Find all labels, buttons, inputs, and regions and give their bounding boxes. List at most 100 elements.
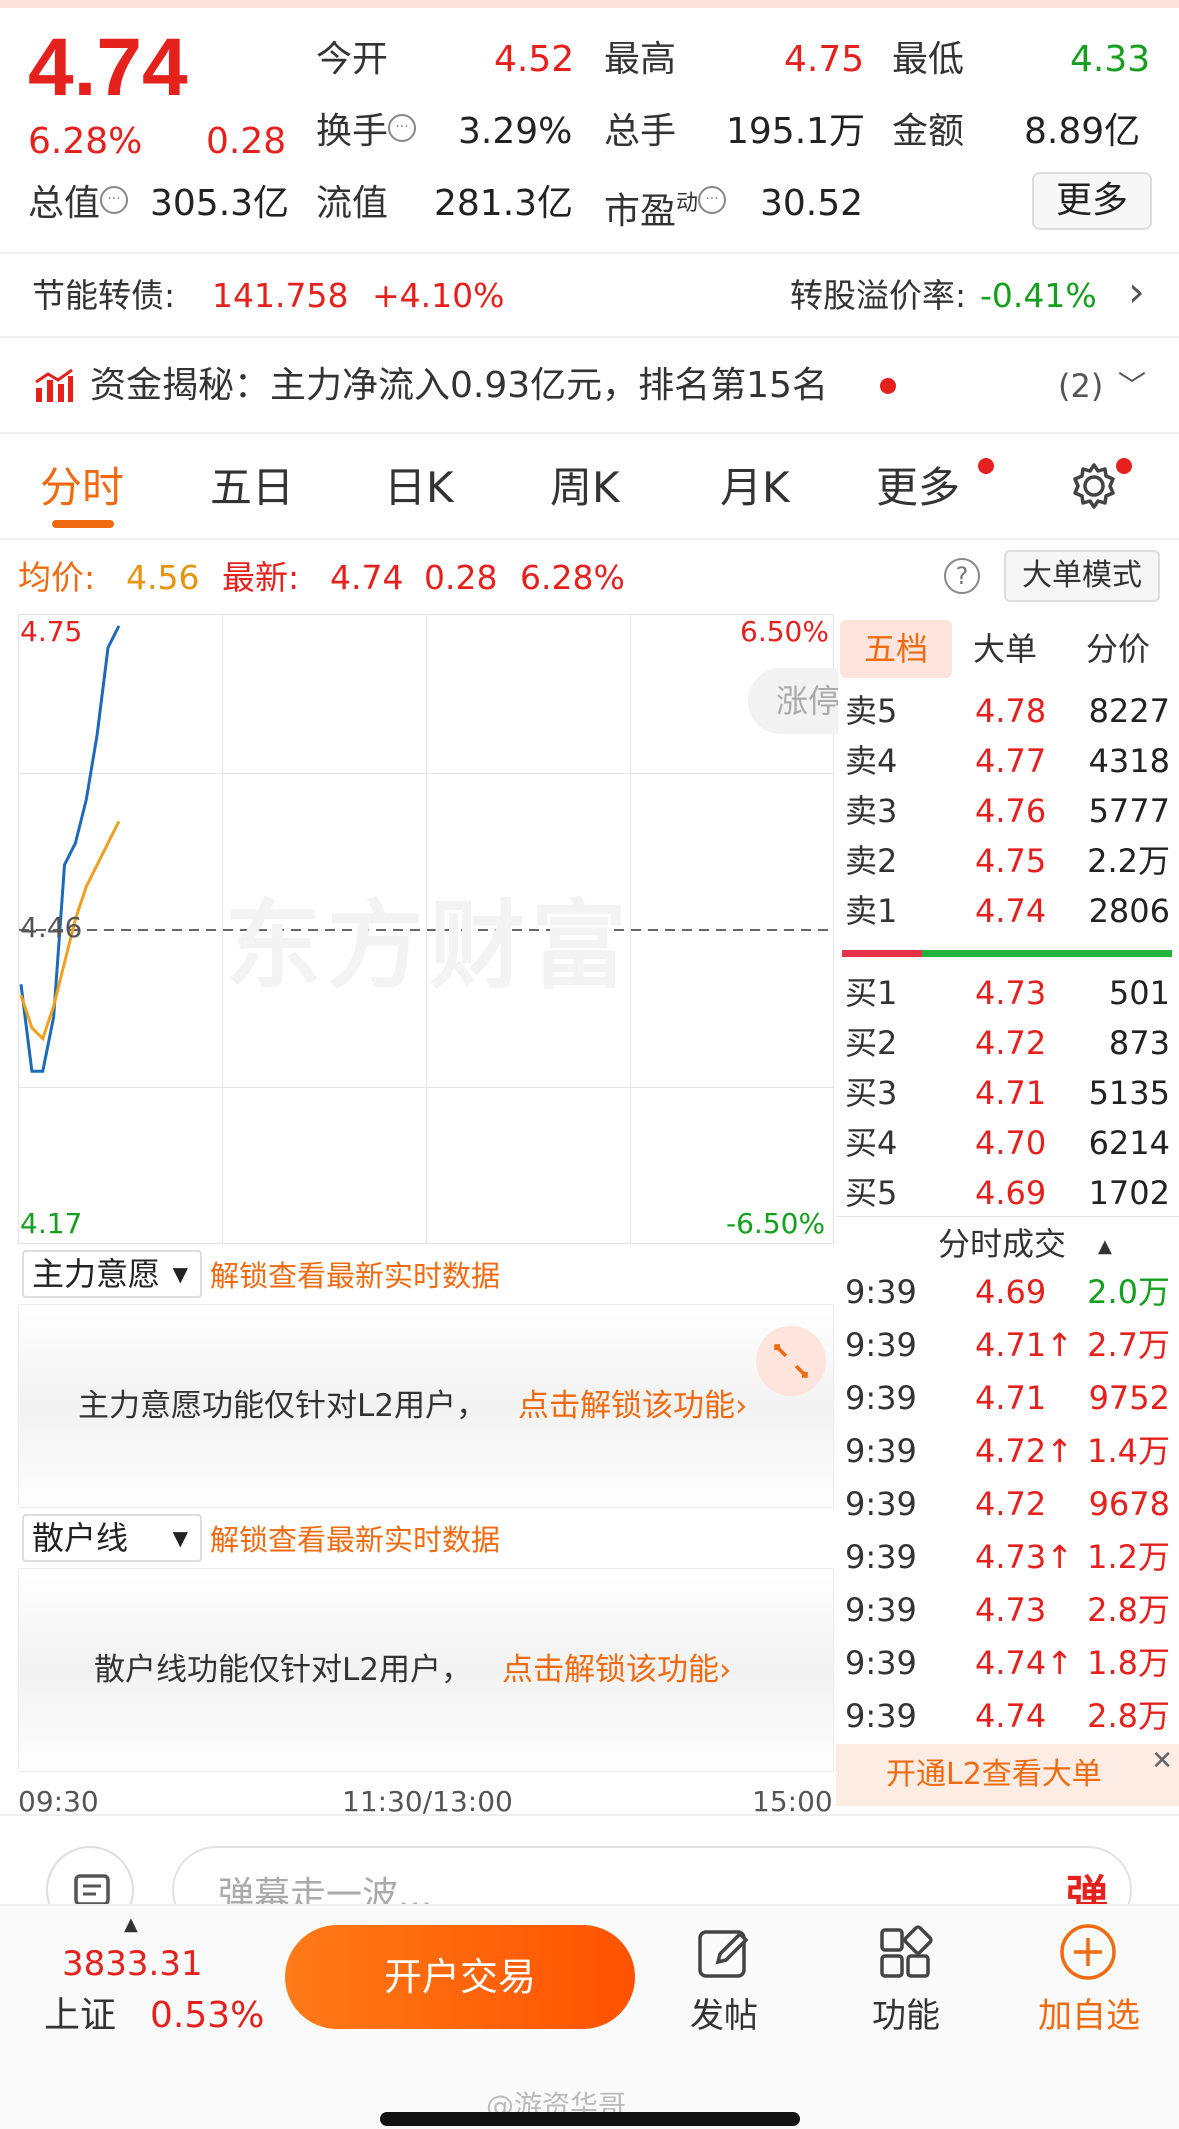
tab-weekly-k[interactable]: 周K [550,458,620,518]
watermark-logo: 东方财富 [225,890,633,1002]
level-price: 4.69 [975,1174,1047,1212]
ticks-header[interactable]: 分时成交 [938,1222,1066,1266]
tick-price: 4.72 [975,1485,1047,1523]
ask-level-row[interactable]: 卖2 4.75 2.2万 [845,836,1170,886]
divider [836,1216,1179,1217]
nav-add-watchlist-label[interactable]: 加自选 [1024,1996,1154,2036]
divider [0,1814,1179,1816]
tick-time: 9:39 [845,1379,917,1417]
bid-level-row[interactable]: 买2 4.72 873 [845,1018,1170,1068]
level-price: 4.73 [975,974,1047,1012]
bid-level-row[interactable]: 买4 4.70 6214 [845,1118,1170,1168]
tick-row: 9:39 4.71 9752 [845,1372,1170,1425]
level-volume: 6214 [1088,1124,1170,1162]
tab-five-day[interactable]: 五日 [210,458,294,518]
tab-five-levels[interactable]: 五档 [840,620,952,678]
ask-level-row[interactable]: 卖1 4.74 2806 [845,886,1170,936]
pe-label: 市盈动 ··· [604,182,727,234]
tick-volume: 9678 [1088,1485,1170,1523]
level-label: 买2 [845,1024,898,1062]
divider [0,336,1179,338]
last-label: 最新: [222,558,300,597]
l2-banner-text: 开通L2查看大单 [886,1757,1102,1792]
level-label: 买4 [845,1124,898,1162]
tab-intraday[interactable]: 分时 [40,458,124,518]
tick-price: 4.73↑ [975,1538,1074,1576]
unlock-hint[interactable]: 解锁查看最新实时数据 [210,1256,500,1296]
bid-level-row[interactable]: 买1 4.73 501 [845,968,1170,1018]
index-value[interactable]: 3833.31 [62,1942,203,1986]
mktcap-label: 总值 ··· [28,182,129,226]
bid-level-row[interactable]: 买5 4.69 1702 [845,1168,1170,1218]
tab-more[interactable]: 更多 [876,458,960,518]
more-button[interactable]: 更多 [1032,172,1152,230]
tick-price: 4.72↑ [975,1432,1074,1470]
notification-dot [1116,458,1132,474]
home-indicator[interactable] [380,2112,800,2126]
help-icon[interactable]: ? [944,558,980,594]
unlock-link[interactable]: 点击解锁该功能› [502,1650,731,1690]
gear-icon[interactable] [1068,460,1120,512]
info-dots-icon[interactable]: ··· [698,186,727,214]
grid-apps-icon[interactable] [876,1922,936,1982]
float-label: 流值 [316,183,389,224]
chevron-down-icon[interactable]: ﹀ [1118,364,1146,408]
tab-monthly-k[interactable]: 月K [720,458,790,518]
level-price: 4.74 [975,892,1047,930]
high-value: 4.75 [784,39,865,80]
nav-post-label[interactable]: 发帖 [664,1996,784,2036]
plus-circle-icon[interactable] [1058,1922,1118,1982]
level-volume: 1702 [1088,1174,1170,1212]
close-icon[interactable]: ✕ [1151,1730,1173,1792]
turnover-label: 换手 ··· [316,110,417,154]
low-value: 4.33 [1070,39,1151,80]
level-volume: 8227 [1088,692,1170,730]
tab-big-orders[interactable]: 大单 [960,620,1050,678]
notification-dot [978,458,994,474]
big-order-mode-button[interactable]: 大单模式 [1004,550,1160,602]
bond-label[interactable]: 节能转债: [32,274,175,318]
l2-only-message: 散户线功能仅针对L2用户， [94,1652,472,1688]
unlock-link[interactable]: 点击解锁该功能› [518,1386,747,1426]
info-dots-icon[interactable]: ··· [100,186,129,214]
unlock-hint[interactable]: 解锁查看最新实时数据 [210,1520,500,1560]
open-account-trade-button[interactable]: 开户交易 [285,1925,635,2029]
nav-function-label[interactable]: 功能 [846,1996,966,2036]
tick-row: 9:39 4.74 2.8万 [845,1690,1170,1743]
tab-daily-k[interactable]: 日K [384,458,454,518]
sort-up-icon[interactable]: ▲ [1098,1236,1112,1257]
collapse-up-icon[interactable]: ▲ [124,1914,138,1935]
tick-volume: 9752 [1088,1379,1170,1417]
bond-change: +4.10% [372,276,505,315]
last-change: 0.28 [424,558,498,597]
edit-post-icon[interactable] [694,1922,754,1982]
tab-price-distribution[interactable]: 分价 [1070,620,1166,678]
retail-line-dropdown[interactable]: 散户线 ▼ [22,1514,202,1562]
ask-level-row[interactable]: 卖3 4.76 5777 [845,786,1170,836]
level-volume: 501 [1108,974,1170,1012]
level-volume: 2.2万 [1087,842,1170,880]
level-label: 卖1 [845,892,898,930]
float-value: 281.3亿 [434,183,574,224]
limit-up-badge[interactable]: 涨停 [748,668,838,734]
low-label: 最低 [892,39,965,80]
level-volume: 873 [1108,1024,1170,1062]
expand-icon[interactable] [756,1326,826,1396]
tick-volume: 2.7万 [1087,1326,1170,1364]
chevron-right-icon[interactable]: › [1128,270,1145,314]
tick-time: 9:39 [845,1273,917,1311]
top-strip [0,0,1179,8]
level-price: 4.72 [975,1024,1047,1062]
ask-level-row[interactable]: 卖5 4.78 8227 [845,686,1170,736]
level-label: 卖4 [845,742,898,780]
bond-price: 141.758 [212,276,349,315]
sell-share [922,950,1172,957]
fund-flow-text[interactable]: 资金揭秘：主力净流入0.93亿元，排名第15名 [90,364,828,408]
ask-level-row[interactable]: 卖4 4.77 4318 [845,736,1170,786]
l2-banner[interactable]: 开通L2查看大单 ✕ [836,1744,1179,1806]
premium-label: 转股溢价率: [790,276,967,315]
info-dots-icon[interactable]: ··· [388,114,417,142]
main-intent-dropdown[interactable]: 主力意愿 ▼ [22,1250,202,1298]
pct-axis-top: 6.50% [740,615,829,648]
bid-level-row[interactable]: 买3 4.71 5135 [845,1068,1170,1118]
